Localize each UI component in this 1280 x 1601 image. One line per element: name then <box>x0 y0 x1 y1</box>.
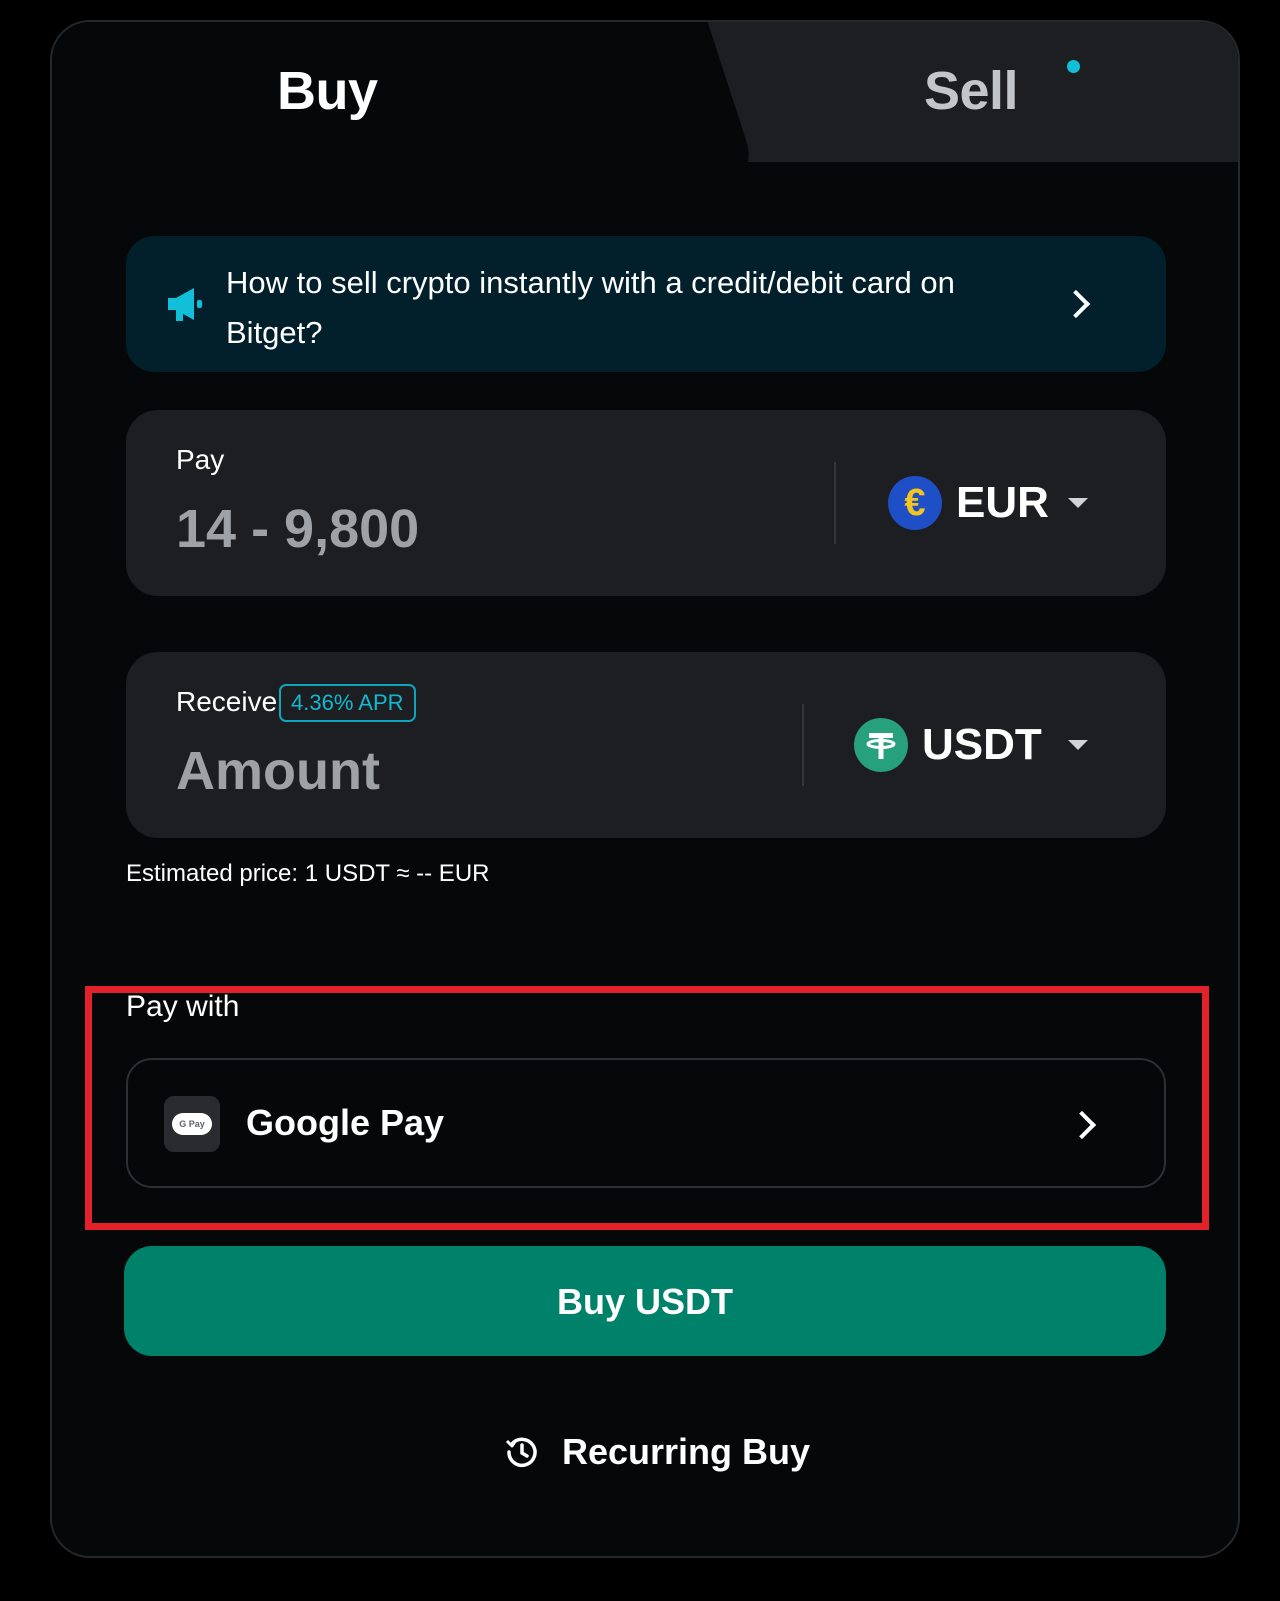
pay-currency-selector[interactable]: EUR <box>956 476 1049 530</box>
pay-field: Pay 14 - 9,800 € EUR <box>126 410 1166 596</box>
receive-label: Receive <box>176 686 278 717</box>
recurring-buy-label: Recurring Buy <box>562 1431 811 1472</box>
tab-buy[interactable]: Buy <box>277 60 378 122</box>
field-divider <box>802 704 804 786</box>
apr-badge: 4.36% APR <box>279 684 416 722</box>
receive-amount-input[interactable]: Amount <box>176 740 380 802</box>
pay-amount-input[interactable]: 14 - 9,800 <box>176 498 419 560</box>
pay-label: Pay <box>176 444 225 475</box>
highlight-box <box>85 986 1209 1230</box>
buy-usdt-button[interactable]: Buy USDT <box>124 1246 1166 1356</box>
euro-coin-icon: € <box>888 476 942 530</box>
caret-down-icon[interactable] <box>1068 498 1088 508</box>
caret-down-icon[interactable] <box>1068 740 1088 750</box>
tether-coin-icon <box>854 718 908 772</box>
receive-field: Receive 4.36% APR Amount USDT <box>126 652 1166 838</box>
tab-sell[interactable]: Sell <box>924 60 1019 122</box>
history-clock-icon <box>505 1437 537 1468</box>
banner-text: How to sell crypto instantly with a cred… <box>226 265 955 350</box>
receive-currency-selector[interactable]: USDT <box>922 718 1042 772</box>
recurring-buy-link[interactable]: Recurring Buy <box>504 1428 810 1476</box>
sell-notification-dot <box>1067 60 1080 73</box>
estimated-price: Estimated price: 1 USDT ≈ -- EUR <box>126 860 490 887</box>
field-divider <box>834 462 836 544</box>
promo-banner[interactable]: How to sell crypto instantly with a cred… <box>126 236 1166 372</box>
chevron-right-icon <box>1061 289 1091 319</box>
megaphone-icon <box>168 288 202 321</box>
